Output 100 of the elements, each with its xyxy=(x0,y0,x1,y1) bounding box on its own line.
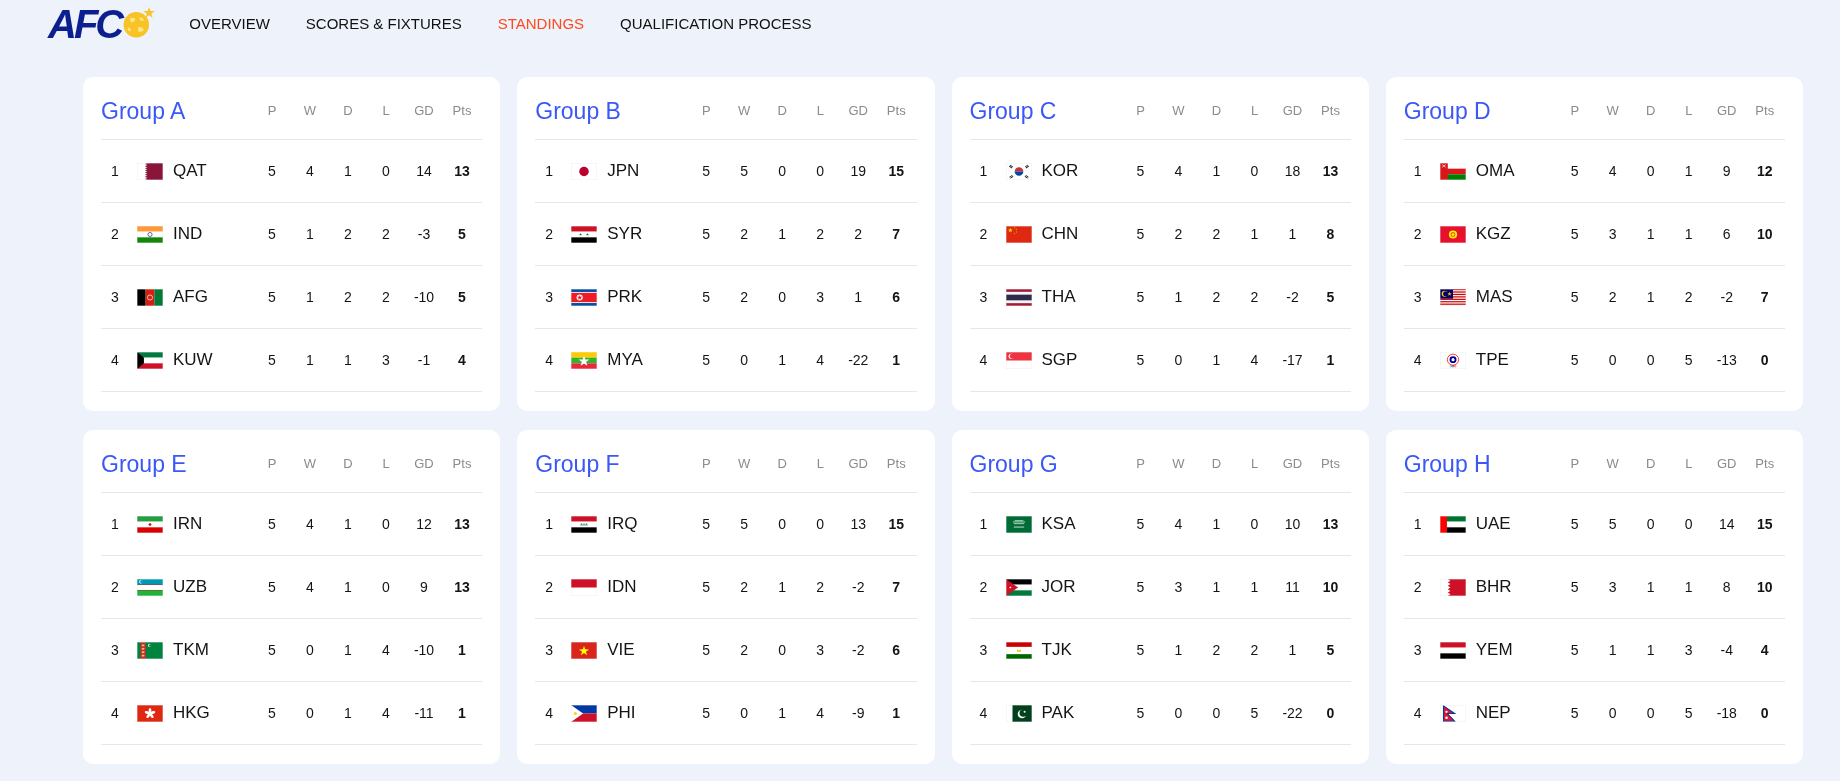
stat-cell-text: 5 xyxy=(1569,577,1580,597)
rank-cell-text: 2 xyxy=(544,577,555,597)
stat-cell-text: 4 xyxy=(1607,161,1618,181)
flag-icon xyxy=(571,288,598,306)
flag-icon xyxy=(571,641,598,659)
column-header: GD xyxy=(1716,455,1738,474)
stat-cell-text: -10 xyxy=(412,287,436,307)
column-header: Pts xyxy=(451,102,473,121)
stat-cell-text: 0 xyxy=(739,703,750,723)
column-header: W xyxy=(302,455,318,474)
rank-cell-text: 2 xyxy=(110,577,120,597)
flag-icon xyxy=(1005,351,1032,369)
stat-cell-text: 1 xyxy=(343,640,353,660)
points-cell-text: 0 xyxy=(1325,703,1336,723)
column-header: Pts xyxy=(1320,102,1341,121)
points-cell-text: 1 xyxy=(457,703,467,723)
column-header: L xyxy=(1684,102,1694,121)
stat-cell-text: 5 xyxy=(1249,703,1260,723)
team-code: YEM xyxy=(1475,639,1513,662)
flag-icon xyxy=(571,225,598,243)
stat-cell-text: 1 xyxy=(1645,224,1656,244)
column-header: GD xyxy=(1281,455,1304,474)
group-title: Group C xyxy=(969,99,1058,123)
stat-cell-text: 1 xyxy=(1287,640,1298,660)
stat-cell-text: 1 xyxy=(343,161,353,181)
stat-cell-text: -11 xyxy=(413,703,435,723)
stat-cell-text: 0 xyxy=(1607,703,1618,723)
rank-cell-text: 4 xyxy=(978,703,989,723)
stat-cell-text: 2 xyxy=(343,287,353,307)
rank-cell-text: 1 xyxy=(544,514,555,534)
team-code: SGP xyxy=(1041,349,1078,372)
flag-icon xyxy=(571,578,598,596)
points-cell-text: 6 xyxy=(891,640,902,660)
stat-cell-text: 0 xyxy=(815,514,826,534)
stat-cell-text: 5 xyxy=(1135,514,1146,534)
stat-cell-text: -4 xyxy=(1719,640,1734,660)
points-cell-text: 4 xyxy=(1759,640,1770,660)
nav-link[interactable]: OVERVIEW xyxy=(189,12,270,36)
stat-cell-text: 5 xyxy=(267,161,277,181)
stat-cell-text: 1 xyxy=(1287,224,1298,244)
rank-cell-text: 2 xyxy=(1412,224,1423,244)
stat-cell-text: -10 xyxy=(412,640,436,660)
column-header: P xyxy=(266,102,278,121)
stat-cell-text: 9 xyxy=(1721,161,1732,181)
column-header: L xyxy=(1249,102,1260,121)
team-code: PRK xyxy=(607,286,643,309)
column-header: P xyxy=(1569,455,1581,474)
rank-cell-text: 4 xyxy=(110,350,120,370)
stat-cell-text: 5 xyxy=(267,703,277,723)
nav-link[interactable]: QUALIFICATION PROCESS xyxy=(620,12,812,36)
team-code: TPE xyxy=(1475,349,1509,372)
flag-icon xyxy=(137,225,163,243)
stat-cell-text: 5 xyxy=(1135,161,1146,181)
stat-cell-text: 1 xyxy=(343,350,353,370)
group-title: Group F xyxy=(535,452,621,476)
column-header: W xyxy=(737,455,752,474)
stat-cell-text: 3 xyxy=(1607,577,1618,597)
flag-icon xyxy=(571,704,598,722)
stat-cell-text: 5 xyxy=(739,161,750,181)
stat-cell-text: 4 xyxy=(381,640,391,660)
stat-cell-text: 1 xyxy=(1645,577,1656,597)
stat-cell-text: 2 xyxy=(739,287,750,307)
stat-cell-text: 1 xyxy=(1173,287,1184,307)
stat-cell-text: 2 xyxy=(1249,640,1260,660)
column-header: GD xyxy=(413,455,435,474)
stat-cell-text: 3 xyxy=(815,287,826,307)
stat-cell-text: 0 xyxy=(777,640,788,660)
team-code: UAE xyxy=(1475,513,1511,536)
rank-cell-text: 3 xyxy=(544,640,555,660)
team-code: TKM xyxy=(173,639,209,662)
stat-cell-text: 4 xyxy=(1173,514,1184,534)
stat-cell-text: 4 xyxy=(305,161,315,181)
rank-cell-text: 3 xyxy=(1412,640,1423,660)
stat-cell-text: 18 xyxy=(1283,161,1302,181)
logo-text[interactable]: AFC xyxy=(48,4,122,44)
stat-cell-text: 8 xyxy=(1721,577,1732,597)
rank-cell-text: 3 xyxy=(978,287,989,307)
globe-icon xyxy=(121,7,156,41)
stat-cell-text: 1 xyxy=(1249,577,1260,597)
flag-icon xyxy=(1005,225,1032,243)
stat-cell-text: 2 xyxy=(739,224,750,244)
team-code: VIE xyxy=(607,639,635,662)
stat-cell-text: 5 xyxy=(267,287,277,307)
stat-cell-text: 2 xyxy=(343,224,353,244)
stat-cell-text: 2 xyxy=(815,577,826,597)
rank-cell-text: 1 xyxy=(1412,161,1423,181)
column-header: W xyxy=(1171,102,1186,121)
flag-icon xyxy=(1439,288,1466,306)
column-header: L xyxy=(381,455,391,474)
team-code: JOR xyxy=(1041,576,1076,599)
stat-cell-text: 12 xyxy=(415,514,433,534)
points-cell-text: 5 xyxy=(457,287,467,307)
column-header: P xyxy=(1135,102,1146,121)
rank-cell-text: 2 xyxy=(544,224,555,244)
group-title: Group H xyxy=(1403,452,1492,476)
group-title: Group B xyxy=(535,99,622,123)
stat-cell-text: 5 xyxy=(1569,514,1580,534)
nav-link[interactable]: SCORES & FIXTURES xyxy=(305,12,462,36)
stat-cell-text: 2 xyxy=(1211,287,1222,307)
team-code: MYA xyxy=(607,349,643,372)
